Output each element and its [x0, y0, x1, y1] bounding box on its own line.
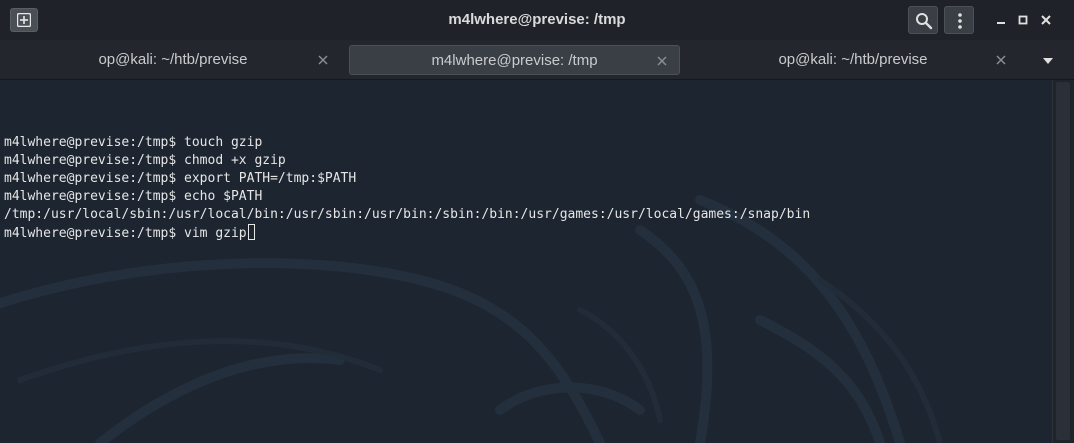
tab-m4lwhere-previse[interactable]: m4lwhere@previse: /tmp — [349, 45, 680, 75]
tab-op-kali-2[interactable]: op@kali: ~/htb/previse — [683, 45, 1023, 75]
minimize-button[interactable] — [993, 12, 1009, 28]
tab-bar: op@kali: ~/htb/previse m4lwhere@previse:… — [0, 40, 1074, 80]
search-button[interactable] — [908, 6, 938, 34]
new-tab-icon — [17, 13, 31, 27]
close-icon[interactable] — [316, 53, 330, 67]
close-icon[interactable] — [655, 54, 669, 68]
close-icon[interactable] — [994, 53, 1008, 67]
maximize-button[interactable] — [1015, 12, 1031, 28]
terminal-line-current: m4lwhere@previse:/tmp$ vim gzip — [4, 224, 810, 243]
terminal-line: m4lwhere@previse:/tmp$ echo $PATH — [4, 189, 263, 204]
title-bar: m4lwhere@previse: /tmp — [0, 0, 1074, 40]
maximize-icon — [1018, 15, 1028, 25]
search-icon — [916, 13, 933, 30]
minimize-icon — [997, 22, 1005, 24]
terminal-output[interactable]: m4lwhere@previse:/tmp$ touch gzip m4lwher… — [0, 80, 1052, 443]
terminal-line: m4lwhere@previse:/tmp$ vim gzip — [4, 226, 247, 241]
terminal-line: /tmp:/usr/local/sbin:/usr/local/bin:/usr… — [4, 207, 811, 222]
terminal-lines: m4lwhere@previse:/tmp$ touch gzip m4lwher… — [4, 134, 810, 243]
close-icon — [1041, 15, 1051, 25]
tab-label: op@kali: ~/htb/previse — [778, 51, 928, 68]
terminal-line: m4lwhere@previse:/tmp$ touch gzip — [4, 135, 263, 150]
menu-button[interactable] — [944, 6, 974, 34]
scrollbar[interactable] — [1052, 80, 1074, 443]
text-cursor — [247, 224, 255, 240]
terminal-line: m4lwhere@previse:/tmp$ chmod +x gzip — [4, 153, 286, 168]
close-button[interactable] — [1038, 12, 1054, 28]
terminal-line: m4lwhere@previse:/tmp$ export PATH=/tmp:… — [4, 171, 357, 186]
tab-label: op@kali: ~/htb/previse — [98, 51, 248, 68]
tab-op-kali-1[interactable]: op@kali: ~/htb/previse — [0, 45, 346, 75]
kebab-menu-icon — [958, 13, 962, 29]
tab-label: m4lwhere@previse: /tmp — [431, 52, 598, 69]
new-tab-button[interactable] — [10, 8, 38, 32]
chevron-down-icon[interactable] — [1040, 56, 1056, 66]
scrollbar-thumb[interactable] — [1056, 82, 1070, 440]
